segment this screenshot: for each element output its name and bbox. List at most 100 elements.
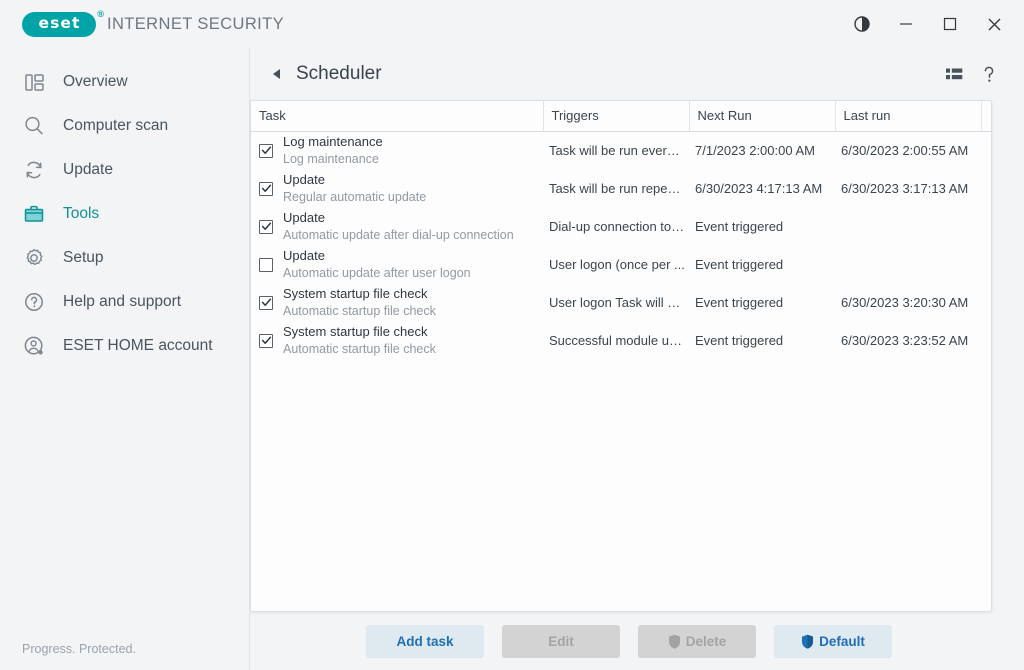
sidebar-item-label: Computer scan	[63, 117, 169, 134]
task-description: Automatic startup file check	[283, 341, 436, 356]
task-cell: Update Automatic update after dial-up co…	[251, 208, 543, 246]
task-enabled-checkbox[interactable]	[259, 295, 273, 310]
sidebar-item-help-and-support[interactable]: Help and support	[0, 280, 249, 324]
scheduler-panel-wrap: Task Triggers Next Run Last run Log main…	[250, 100, 1024, 612]
registered-mark: ®	[97, 8, 104, 19]
task-enabled-checkbox[interactable]	[259, 143, 273, 158]
column-header-task[interactable]: Task	[251, 101, 544, 132]
task-enabled-checkbox[interactable]	[259, 333, 273, 348]
back-arrow-icon[interactable]	[264, 61, 290, 87]
task-name: Log maintenance	[283, 134, 383, 150]
sidebar-item-label: Tools	[63, 205, 100, 222]
table-body: Log maintenance Log maintenance Task wil…	[251, 131, 991, 360]
task-cell: Log maintenance Log maintenance	[251, 131, 543, 170]
task-description: Automatic update after user logon	[283, 265, 471, 280]
next-run-cell: Event triggered	[689, 322, 835, 360]
titlebar: eset ® INTERNET SECURITY	[0, 0, 1024, 48]
sidebar-item-computer-scan[interactable]: Computer scan	[0, 104, 249, 148]
sidebar-item-tools[interactable]: Tools	[0, 192, 249, 236]
next-run-cell: 6/30/2023 4:17:13 AM	[689, 170, 835, 208]
table-row[interactable]: Update Regular automatic update Task wil…	[251, 170, 991, 208]
triggers-value: Successful module up...	[549, 333, 688, 348]
briefcase-icon	[22, 202, 46, 226]
table-row[interactable]: Log maintenance Log maintenance Task wil…	[251, 131, 991, 170]
next-run-value: 7/1/2023 2:00:00 AM	[695, 143, 815, 158]
sidebar-item-eset-home-account[interactable]: ESET HOME account	[0, 324, 249, 368]
product-name: INTERNET SECURITY	[107, 14, 285, 33]
last-run-cell	[835, 246, 981, 284]
next-run-cell: 7/1/2023 2:00:00 AM	[689, 131, 835, 170]
triggers-cell: User logon Task will n...	[543, 284, 689, 322]
task-description: Regular automatic update	[283, 189, 427, 204]
column-header-triggers[interactable]: Triggers	[543, 101, 690, 132]
maximize-button[interactable]	[928, 0, 972, 48]
list-view-icon[interactable]	[945, 66, 964, 82]
last-run-value: 6/30/2023 2:00:55 AM	[841, 143, 969, 158]
next-run-cell: Event triggered	[689, 246, 835, 284]
question-circle-icon	[22, 290, 46, 314]
table-row[interactable]: System startup file check Automatic star…	[251, 322, 991, 360]
column-header-extra[interactable]	[981, 101, 991, 132]
eset-logo-text: eset	[38, 14, 81, 33]
column-header-next-run[interactable]: Next Run	[689, 101, 836, 132]
sidebar-item-setup[interactable]: Setup	[0, 236, 249, 280]
task-cell: Update Automatic update after user logon	[251, 246, 543, 284]
task-cell: System startup file check Automatic star…	[251, 284, 543, 322]
triggers-value: Dial-up connection to ...	[549, 219, 686, 234]
next-run-value: Event triggered	[695, 295, 784, 310]
extra-cell	[981, 170, 991, 208]
last-run-value: 6/30/2023 3:17:13 AM	[841, 181, 969, 196]
triggers-cell: Successful module up...	[543, 322, 689, 360]
last-run-cell	[835, 208, 981, 246]
extra-cell	[981, 131, 991, 170]
shield-icon	[668, 634, 681, 649]
table-row[interactable]: System startup file check Automatic star…	[251, 284, 991, 322]
triggers-cell: User logon (once per ...	[543, 246, 689, 284]
extra-cell	[981, 322, 991, 360]
triggers-value: Task will be run every ...	[549, 143, 688, 158]
table-header-row: Task Triggers Next Run Last run	[251, 101, 991, 132]
task-enabled-checkbox[interactable]	[259, 219, 273, 234]
next-run-cell: Event triggered	[689, 208, 835, 246]
edit-label: Edit	[548, 633, 574, 649]
close-button[interactable]	[972, 0, 1016, 48]
shield-icon	[801, 634, 814, 649]
next-run-value: Event triggered	[695, 257, 784, 272]
footer-actions: Add task Edit Delete Default	[250, 612, 1024, 670]
scheduler-table-panel: Task Triggers Next Run Last run Log main…	[250, 100, 992, 612]
minimize-button[interactable]	[884, 0, 928, 48]
last-run-cell: 6/30/2023 3:20:30 AM	[835, 284, 981, 322]
default-button[interactable]: Default	[774, 624, 892, 658]
delete-button[interactable]: Delete	[638, 624, 756, 658]
contrast-toggle-icon[interactable]	[840, 0, 884, 48]
sidebar-item-overview[interactable]: Overview	[0, 60, 249, 104]
task-enabled-checkbox[interactable]	[259, 181, 273, 196]
edit-button[interactable]: Edit	[502, 624, 620, 658]
last-run-value: 6/30/2023 3:23:52 AM	[841, 333, 969, 348]
triggers-cell: Task will be run repeat...	[543, 170, 689, 208]
help-icon[interactable]	[982, 65, 996, 84]
page-header: Scheduler	[250, 48, 1024, 100]
next-run-value: 6/30/2023 4:17:13 AM	[695, 181, 823, 196]
column-header-last-run[interactable]: Last run	[835, 101, 982, 132]
table-row[interactable]: Update Automatic update after user logon…	[251, 246, 991, 284]
triggers-value: Task will be run repeat...	[549, 181, 689, 196]
sidebar-item-label: Setup	[63, 249, 104, 266]
add-task-button[interactable]: Add task	[366, 624, 484, 658]
search-icon	[22, 114, 46, 138]
page-title: Scheduler	[296, 63, 382, 84]
triggers-cell: Task will be run every ...	[543, 131, 689, 170]
task-name: Update	[283, 172, 325, 188]
delete-label: Delete	[685, 633, 727, 649]
protection-status-text: Progress. Protected.	[22, 642, 136, 656]
last-run-value: 6/30/2023 3:20:30 AM	[841, 295, 969, 310]
refresh-icon	[22, 158, 46, 182]
next-run-cell: Event triggered	[689, 284, 835, 322]
user-circle-icon	[22, 334, 46, 358]
table-header: Task Triggers Next Run Last run	[251, 101, 991, 132]
task-enabled-checkbox[interactable]	[259, 257, 273, 272]
sidebar-item-update[interactable]: Update	[0, 148, 249, 192]
eset-logo: eset ®	[22, 9, 104, 37]
table-row[interactable]: Update Automatic update after dial-up co…	[251, 208, 991, 246]
task-name: System startup file check	[283, 324, 428, 340]
